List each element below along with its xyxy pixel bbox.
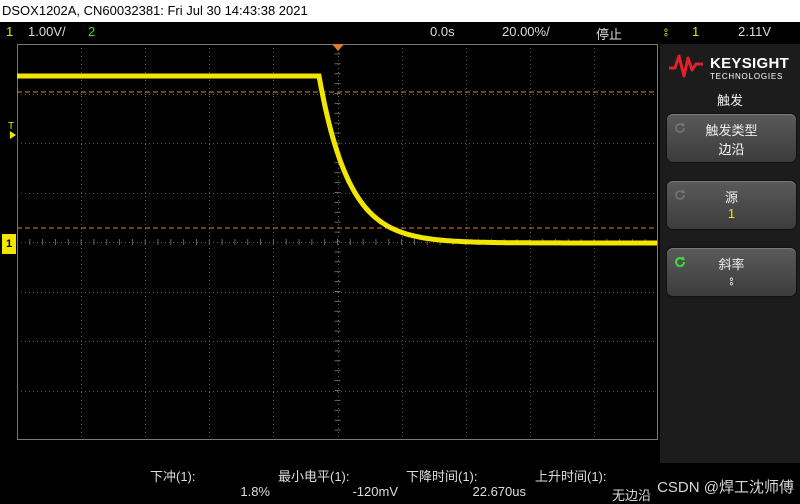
measurement-value: 1.8% xyxy=(240,484,270,499)
ch1-ground-marker[interactable]: 1 xyxy=(2,234,16,254)
run-state[interactable]: 停止 xyxy=(596,24,622,43)
menu-title: 触发 xyxy=(716,93,743,108)
softkey-value: 1 xyxy=(727,206,736,221)
window-title-bar: DSOX1202A, CN60032381: Fri Jul 30 14:43:… xyxy=(0,0,800,22)
title-text: DSOX1202A, CN60032381: Fri Jul 30 14:43:… xyxy=(2,3,308,18)
time-scale[interactable]: 20.00%/ xyxy=(502,24,550,39)
brand-name: KEYSIGHT xyxy=(710,55,790,72)
softkey-title: 源 xyxy=(724,190,738,205)
measurement-value: -120mV xyxy=(352,484,398,499)
ch1-number[interactable]: 1 xyxy=(6,24,13,39)
softkey-trigger-type[interactable]: 触发类型 边沿 xyxy=(667,114,796,162)
time-delay[interactable]: 0.0s xyxy=(430,24,455,39)
measurement-label: 上升时间(1): xyxy=(535,469,607,484)
softkey-panel: KEYSIGHT TECHNOLOGIES 触发 触发类型 边沿 源 1 斜率 … xyxy=(660,44,800,463)
measurement-value: 无边沿 xyxy=(612,488,652,503)
keysight-logo: KEYSIGHT TECHNOLOGIES xyxy=(668,50,794,81)
waveform-display[interactable] xyxy=(17,44,658,440)
trigger-source[interactable]: 1 xyxy=(692,24,699,39)
ch1-scale[interactable]: 1.00V/ xyxy=(28,24,66,39)
measurement-bar: 下冲(1): 1.8% 最小电平(1): -120mV 下降时间(1): 22.… xyxy=(0,463,660,503)
trigger-level[interactable]: 2.11V xyxy=(738,24,771,39)
softkey-value: ⦂ xyxy=(729,273,734,288)
softkey-title: 斜率 xyxy=(718,257,745,272)
status-bar: 1 1.00V/ 2 0.0s 20.00%/ 停止 ⦂ 1 2.11V xyxy=(0,22,800,42)
measurement-value: 22.670us xyxy=(472,484,527,499)
keysight-wave-icon xyxy=(669,54,703,78)
softkey-title: 触发类型 xyxy=(705,123,758,138)
watermark-text: CSDN @焊工沈师傅 xyxy=(657,479,794,496)
trigger-slope-icon: ⦂ xyxy=(664,24,668,39)
measurement-label: 下降时间(1): xyxy=(406,469,478,484)
measurement-label: 下冲(1): xyxy=(150,469,196,484)
brand-sub: TECHNOLOGIES xyxy=(710,72,784,81)
measurement-label: 最小电平(1): xyxy=(278,469,350,484)
trigger-level-arrow-icon[interactable] xyxy=(10,131,16,139)
softkey-value: 边沿 xyxy=(718,142,745,157)
softkey-slope[interactable]: 斜率 ⦂ xyxy=(667,248,796,296)
softkey-source[interactable]: 源 1 xyxy=(667,181,796,229)
ch2-number[interactable]: 2 xyxy=(88,24,95,39)
